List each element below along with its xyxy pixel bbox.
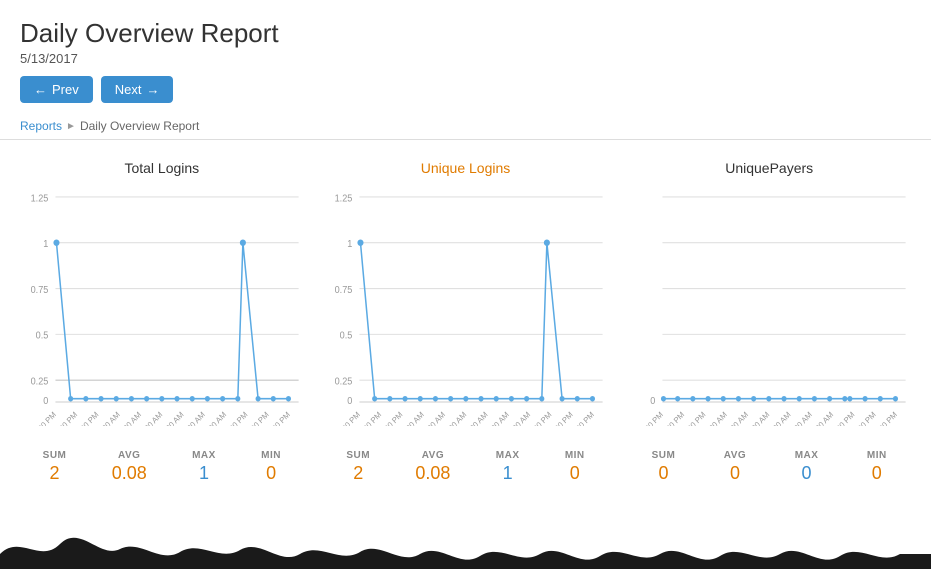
svg-text:7:00 PM: 7:00 PM xyxy=(335,410,361,426)
svg-text:3:00 PM: 3:00 PM xyxy=(548,410,574,426)
svg-text:1: 1 xyxy=(347,239,352,250)
unique-logins-stats: SUM 2 AVG 0.08 MAX 1 MIN 0 xyxy=(324,444,608,484)
page-header: Daily Overview Report 5/13/2017 ← Prev N… xyxy=(0,0,931,113)
svg-text:1:00 AM: 1:00 AM xyxy=(96,410,122,426)
total-logins-chart: 1.25 1 0.75 0.5 0.25 0 xyxy=(20,186,304,426)
svg-text:9:00 AM: 9:00 AM xyxy=(181,410,207,426)
svg-text:0: 0 xyxy=(347,396,352,407)
bottom-wave xyxy=(0,514,931,569)
page-title: Daily Overview Report xyxy=(20,18,911,49)
stat-sum: SUM 0 xyxy=(652,450,676,484)
unique-payers-section: UniquePayers 0 xyxy=(617,160,921,484)
svg-text:0.75: 0.75 xyxy=(31,285,49,296)
total-logins-svg: 1.25 1 0.75 0.5 0.25 0 xyxy=(20,186,304,426)
svg-text:1:00 AM: 1:00 AM xyxy=(703,410,729,426)
svg-text:9:00 AM: 9:00 AM xyxy=(485,410,511,426)
stat-sum: SUM 2 xyxy=(43,450,67,484)
svg-text:1.25: 1.25 xyxy=(334,193,352,204)
stat-max: MAX 1 xyxy=(192,450,216,484)
total-logins-title: Total Logins xyxy=(20,160,304,176)
svg-text:9:00 PM: 9:00 PM xyxy=(357,410,383,426)
svg-text:0.25: 0.25 xyxy=(334,376,352,387)
svg-text:1:00 PM: 1:00 PM xyxy=(527,410,553,426)
next-arrow-icon: → xyxy=(146,82,159,97)
unique-logins-chart: 1.25 1 0.75 0.5 0.25 0 xyxy=(324,186,608,426)
svg-text:0.25: 0.25 xyxy=(31,376,49,387)
wave-svg xyxy=(0,514,931,569)
breadcrumb: Reports ► Daily Overview Report xyxy=(0,113,931,139)
stat-min: MIN 0 xyxy=(565,450,585,484)
total-logins-stats: SUM 2 AVG 0.08 MAX 1 MIN 0 xyxy=(20,444,304,484)
svg-text:1: 1 xyxy=(43,239,48,250)
stat-avg: AVG 0.08 xyxy=(415,450,450,484)
svg-text:7:00 PM: 7:00 PM xyxy=(32,410,58,426)
svg-text:0.5: 0.5 xyxy=(339,330,352,341)
unique-payers-svg: 0 7:00 PM xyxy=(627,186,911,426)
prev-label: Prev xyxy=(52,82,79,97)
stat-avg: AVG 0.08 xyxy=(112,450,147,484)
svg-text:3:00 AM: 3:00 AM xyxy=(724,410,750,426)
svg-text:5:00 AM: 5:00 AM xyxy=(442,410,468,426)
charts-container: Total Logins 1.25 1 0.75 0.5 0.25 0 xyxy=(0,150,931,484)
svg-text:3:00 AM: 3:00 AM xyxy=(117,410,143,426)
unique-payers-chart: 0 7:00 PM xyxy=(627,186,911,426)
next-label: Next xyxy=(115,82,142,97)
stat-min: MIN 0 xyxy=(867,450,887,484)
unique-payers-title: UniquePayers xyxy=(627,160,911,176)
svg-text:0: 0 xyxy=(651,396,656,407)
breadcrumb-separator: ► xyxy=(66,121,76,132)
svg-text:5:00 AM: 5:00 AM xyxy=(746,410,772,426)
svg-text:7:00 AM: 7:00 AM xyxy=(463,410,489,426)
stat-sum: SUM 2 xyxy=(346,450,370,484)
stat-min: MIN 0 xyxy=(261,450,281,484)
next-button[interactable]: Next → xyxy=(101,76,174,103)
svg-text:1:00 PM: 1:00 PM xyxy=(223,410,249,426)
total-logins-section: Total Logins 1.25 1 0.75 0.5 0.25 0 xyxy=(10,160,314,484)
svg-text:0.5: 0.5 xyxy=(36,330,49,341)
stat-max: MAX 0 xyxy=(795,450,819,484)
svg-text:1.25: 1.25 xyxy=(31,193,49,204)
nav-buttons: ← Prev Next → xyxy=(20,76,911,103)
prev-arrow-icon: ← xyxy=(34,82,47,97)
unique-logins-title: Unique Logins xyxy=(324,160,608,176)
stat-avg: AVG 0 xyxy=(724,450,746,484)
svg-text:9:00 AM: 9:00 AM xyxy=(788,410,814,426)
svg-text:1:00 AM: 1:00 AM xyxy=(400,410,426,426)
svg-text:5:00 PM: 5:00 PM xyxy=(266,410,292,426)
unique-payers-stats: SUM 0 AVG 0 MAX 0 MIN 0 xyxy=(627,444,911,484)
breadcrumb-parent-link[interactable]: Reports xyxy=(20,119,62,133)
svg-text:7:00 AM: 7:00 AM xyxy=(767,410,793,426)
svg-text:5:00 AM: 5:00 AM xyxy=(138,410,164,426)
svg-text:9:00 PM: 9:00 PM xyxy=(660,410,686,426)
prev-button[interactable]: ← Prev xyxy=(20,76,93,103)
divider xyxy=(0,139,931,140)
unique-logins-section: Unique Logins 1.25 1 0.75 0.5 0.25 0 xyxy=(314,160,618,484)
svg-text:0: 0 xyxy=(43,396,48,407)
unique-logins-svg: 1.25 1 0.75 0.5 0.25 0 xyxy=(324,186,608,426)
svg-text:3:00 AM: 3:00 AM xyxy=(421,410,447,426)
svg-text:7:00 AM: 7:00 AM xyxy=(160,410,186,426)
svg-text:5:00 PM: 5:00 PM xyxy=(873,410,899,426)
stat-max: MAX 1 xyxy=(496,450,520,484)
svg-text:3:00 PM: 3:00 PM xyxy=(245,410,271,426)
svg-text:7:00 PM: 7:00 PM xyxy=(639,410,665,426)
breadcrumb-current: Daily Overview Report xyxy=(80,119,199,133)
svg-text:5:00 PM: 5:00 PM xyxy=(569,410,595,426)
svg-text:9:00 PM: 9:00 PM xyxy=(53,410,79,426)
page-date: 5/13/2017 xyxy=(20,51,911,66)
svg-text:0.75: 0.75 xyxy=(334,285,352,296)
svg-text:3:00 PM: 3:00 PM xyxy=(852,410,878,426)
svg-text:1:00 PM: 1:00 PM xyxy=(831,410,857,426)
